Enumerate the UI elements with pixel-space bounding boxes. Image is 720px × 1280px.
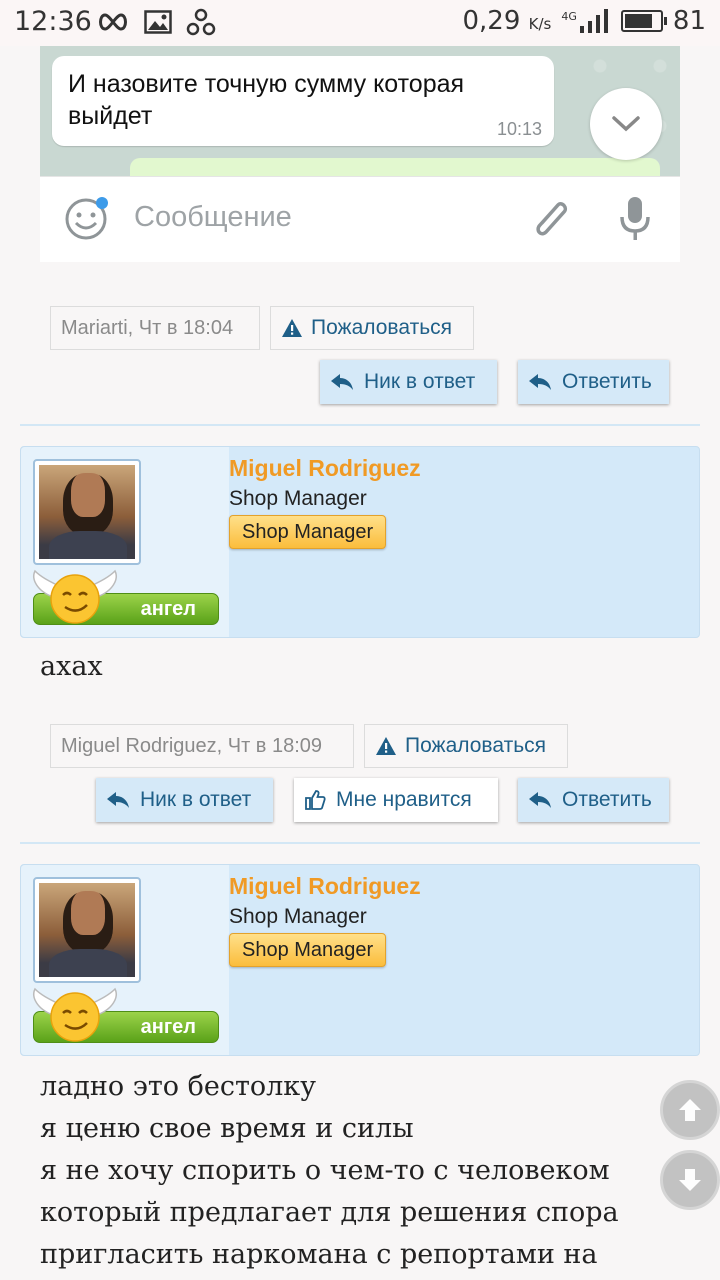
avatar[interactable] [33,459,141,565]
post-text-line: ладно это бестолку [40,1071,317,1102]
post-body: ахах [40,646,103,688]
reply-nick-button[interactable]: Ник в ответ [320,360,497,404]
user-group-badge: Shop Manager [229,515,387,549]
avatar-column: ангел [21,865,229,1055]
chat-message-text: И назовите точную сумму которая выйдет [68,70,465,130]
reply-nick-button[interactable]: Ник в ответ [96,778,273,822]
report-button[interactable]: Пожаловаться [364,724,568,768]
arrow-down-icon [679,1169,701,1191]
network-speed: 0,29 K/s [462,6,552,36]
angel-smiley-icon [33,569,117,624]
user-group-badge: Shop Manager [229,933,387,967]
rank-label: ангел [140,598,196,620]
avatar-image [39,465,135,559]
chat-input-bar: Сообщение [40,176,680,262]
user-panel: ангел Miguel Rodriguez Shop Manager Shop… [20,446,700,638]
like-button[interactable]: Мне нравится [294,778,498,822]
reply-arrow-icon [331,374,353,390]
post-author-link[interactable]: Miguel Rodriguez [61,735,217,758]
post-text-line: я ценю свое время и силы [40,1113,414,1144]
post-time: , Чт в 18:09 [216,734,323,757]
microphone-icon [620,197,650,240]
post-body: ладно это бестолку я ценю свое время и с… [40,1066,619,1276]
post-author-link[interactable]: Mariarti [61,317,128,340]
chat-message-bubble: И назовите точную сумму которая выйдет 1… [52,56,554,146]
post-text-line: пригласить наркомана с репортами на [40,1239,598,1270]
image-icon [144,10,172,34]
scroll-down-button [590,88,662,160]
warning-icon [282,319,302,337]
user-title: Shop Manager [229,487,367,510]
user-title: Shop Manager [229,905,367,928]
status-time: 12:36 [14,6,92,37]
angel-smiley-icon [33,987,117,1042]
rank-label: ангел [140,1016,196,1038]
battery-icon [620,10,667,32]
status-bar: 12:36 0,29 K/s 4G 81 [0,0,720,46]
infinity-icon [99,13,127,31]
reply-label: Ответить [562,370,652,393]
chat-input-placeholder: Сообщение [134,201,292,233]
post-text-line: ахах [40,651,103,682]
post-text-line: который предлагает для решения спора [40,1197,619,1228]
reply-arrow-icon [107,792,129,808]
network-type: 4G [561,10,577,23]
reply-button[interactable]: Ответить [518,778,669,822]
status-right: 0,29 K/s 4G 81 [463,6,707,36]
post-text-line: я не хочу спорить о чем-то с человеком [40,1155,610,1186]
reply-nick-label: Ник в ответ [364,370,476,393]
user-name-link[interactable]: Miguel Rodriguez [229,455,421,482]
avatar-image [39,883,135,977]
battery-percent: 81 [672,6,706,36]
smiley-icon [65,197,108,240]
scroll-up-button[interactable] [660,1080,720,1140]
scroll-down-fab[interactable] [660,1150,720,1210]
reply-arrow-icon [529,374,551,390]
reply-button[interactable]: Ответить [518,360,669,404]
paperclip-icon [536,202,568,236]
arrow-up-icon [679,1099,701,1121]
post-meta: Miguel Rodriguez, Чт в 18:09 [50,724,354,768]
post-divider [20,424,700,426]
chat-background: И назовите точную сумму которая выйдет 1… [40,46,680,188]
status-notification-icons [96,8,216,36]
report-label: Пожаловаться [311,316,453,339]
post-divider [20,842,700,844]
report-button[interactable]: Пожаловаться [270,306,474,350]
nodes-icon [186,8,216,36]
like-label: Мне нравится [336,788,472,811]
user-panel: ангел Miguel Rodriguez Shop Manager Shop… [20,864,700,1056]
avatar-column: ангел [21,447,229,637]
report-label: Пожаловаться [405,734,547,757]
reply-arrow-icon [529,792,551,808]
signal-icon [579,9,608,33]
warning-icon [376,737,396,755]
embedded-chat-screenshot: И назовите точную сумму которая выйдет 1… [40,46,680,262]
avatar[interactable] [33,877,141,983]
reply-nick-label: Ник в ответ [140,788,252,811]
chevron-down-icon [612,116,640,132]
post-time: , Чт в 18:04 [127,316,234,339]
chat-message-time: 10:13 [496,119,542,139]
user-name-link[interactable]: Miguel Rodriguez [229,873,421,900]
thumbs-up-icon [305,790,326,810]
post-meta: Mariarti, Чт в 18:04 [50,306,260,350]
reply-label: Ответить [562,788,652,811]
